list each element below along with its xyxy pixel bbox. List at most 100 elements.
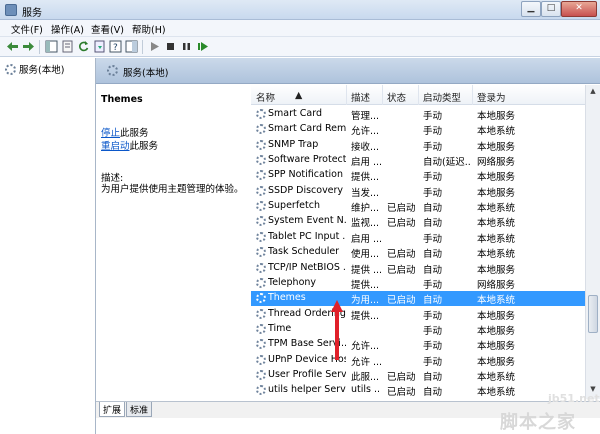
back-arrow-icon[interactable] <box>6 40 19 53</box>
service-row[interactable]: SNMP Trap 接收... 手动 本地服务 <box>251 138 585 153</box>
service-row[interactable]: System Event N... 监视... 已启动 自动 本地系统 <box>251 214 585 229</box>
services-pane: 服务(本地) Themes 停止此服务 重启动此服务 描述: 为用户提供使用主题… <box>96 58 600 434</box>
service-logon-cell: 本地服务 <box>477 141 516 153</box>
tab-standard[interactable]: 标准 <box>126 402 153 417</box>
restart-service-icon[interactable] <box>196 40 209 53</box>
menu-file[interactable]: 文件(F) <box>11 22 43 36</box>
pane-header-title: 服务(本地) <box>123 68 169 79</box>
service-logon-cell: 本地服务 <box>477 310 516 322</box>
column-header-logon-as[interactable]: 登录为 <box>477 90 506 104</box>
service-description-cell: 接收... <box>351 141 380 153</box>
service-status-cell: 已启动 <box>387 203 416 215</box>
service-row[interactable]: Software Protect... 启用 ... 自动(延迟... 网络服务 <box>251 153 585 168</box>
service-row[interactable]: Smart Card Rem... 允许... 手动 本地系统 <box>251 122 585 137</box>
start-service-icon[interactable] <box>148 40 161 53</box>
help-icon[interactable]: ? <box>109 40 122 53</box>
service-description-cell: 启用 ... <box>351 157 381 169</box>
service-startup-type-cell: 手动 <box>423 356 443 368</box>
service-startup-type-cell: 手动 <box>423 172 443 184</box>
service-row[interactable]: SSDP Discovery 当发... 手动 本地服务 <box>251 184 585 199</box>
tree-item-services-local[interactable]: 服务(本地) <box>5 62 64 76</box>
description-text: 为用户提供使用主题管理的体验。 <box>101 184 244 195</box>
minimize-button[interactable]: ▁ <box>521 1 541 17</box>
service-name-cell: SSDP Discovery <box>268 184 344 196</box>
console-tree-icon[interactable] <box>45 40 58 53</box>
scrollbar-thumb[interactable] <box>588 295 598 333</box>
service-gear-icon <box>256 262 266 273</box>
service-row[interactable]: Tablet PC Input ... 启用 ... 手动 本地系统 <box>251 230 585 245</box>
service-row[interactable]: User Profile Serv... 此服... 已启动自动 本地系统 <box>251 368 585 383</box>
close-button[interactable]: ✕ <box>561 1 597 17</box>
service-row[interactable]: Telephony 提供... 手动 网络服务 <box>251 276 585 291</box>
service-row[interactable]: Task Scheduler 使用... 已启动 自动 本地系统 <box>251 245 585 260</box>
service-description-cell: 允许 ... <box>351 356 381 368</box>
service-description-cell: 提供... <box>351 310 380 322</box>
forward-arrow-icon[interactable] <box>22 40 35 53</box>
vertical-scrollbar[interactable]: ▲ ▼ <box>585 85 600 399</box>
service-logon-cell: 本地系统 <box>477 233 516 245</box>
pause-service-icon[interactable] <box>180 40 193 53</box>
service-name-cell: utils helper Servi... <box>268 384 346 396</box>
service-row[interactable]: TCP/IP NetBIOS ... 提供 ... 已启动 自动 本地服务 <box>251 261 585 276</box>
console-tree: 服务(本地) <box>0 58 96 434</box>
service-row[interactable]: Smart Card 管理... 手动 本地服务 <box>251 107 585 122</box>
properties-icon[interactable] <box>61 40 74 53</box>
service-row[interactable]: TPM Base Servi... 允许... 手动 本地服务 <box>251 337 585 352</box>
service-name-cell: User Profile Serv... <box>268 368 346 380</box>
service-row[interactable]: Superfetch 维护... 已启动 自动 本地系统 <box>251 199 585 214</box>
service-startup-type-cell: 手动 <box>423 141 443 153</box>
restart-service-line: 重启动此服务 <box>101 138 158 152</box>
service-startup-type-cell: 自动 <box>423 218 443 230</box>
column-divider[interactable] <box>418 85 419 105</box>
refresh-icon[interactable] <box>77 40 90 53</box>
menu-action[interactable]: 操作(A) <box>51 22 84 36</box>
service-status-cell: 已启动 <box>387 249 416 261</box>
service-startup-type-cell: 手动 <box>423 187 443 199</box>
watermark-name: 脚本之家 <box>500 412 576 433</box>
service-row[interactable]: UPnP Device Host 允许 ... 手动 本地服务 <box>251 353 585 368</box>
service-row[interactable]: SPP Notification ... 提供... 手动 本地服务 <box>251 168 585 183</box>
service-name-cell: Software Protect... <box>268 154 346 166</box>
service-logon-cell: 本地系统 <box>477 249 516 261</box>
menu-help[interactable]: 帮助(H) <box>132 22 166 36</box>
service-gear-icon <box>256 201 266 212</box>
service-row[interactable]: utils helper Servi... utils ... 已启动自动 本地系统 <box>251 383 585 398</box>
service-startup-type-cell: 手动 <box>423 126 443 138</box>
tab-extended[interactable]: 扩展 <box>99 402 126 417</box>
service-startup-type-cell: 自动 <box>423 203 443 215</box>
service-status-cell: 已启动 <box>387 387 416 399</box>
column-divider[interactable] <box>472 85 473 105</box>
service-gear-icon <box>256 109 266 119</box>
service-logon-cell: 本地服务 <box>477 172 516 184</box>
column-divider[interactable] <box>346 85 347 105</box>
column-header-status[interactable]: 状态 <box>387 90 406 104</box>
show-hide-pane-icon[interactable] <box>125 40 138 53</box>
service-startup-type-cell: 自动 <box>423 249 443 261</box>
stop-service-icon[interactable] <box>164 40 177 53</box>
menu-view[interactable]: 查看(V) <box>91 22 124 36</box>
stop-service-line: 停止此服务 <box>101 125 149 139</box>
maximize-button[interactable]: □ <box>541 1 561 17</box>
service-gear-icon <box>256 354 266 365</box>
service-startup-type-cell: 自动 <box>423 387 443 399</box>
sort-ascending-icon: ▲ <box>295 90 303 101</box>
restart-service-link[interactable]: 重启动 <box>101 141 130 152</box>
column-header-name[interactable]: 名称 <box>256 90 275 104</box>
service-gear-icon <box>256 247 266 258</box>
service-gear-icon <box>256 139 266 150</box>
column-header-description[interactable]: 描述 <box>351 90 370 104</box>
export-list-icon[interactable] <box>93 40 106 53</box>
scroll-up-icon[interactable]: ▲ <box>588 87 598 97</box>
column-divider[interactable] <box>382 85 383 105</box>
column-header-startup-type[interactable]: 启动类型 <box>423 90 461 104</box>
service-gear-icon <box>256 124 266 135</box>
service-name-cell: Telephony <box>268 276 317 288</box>
service-gear-icon <box>256 277 266 288</box>
service-gear-icon <box>256 339 266 350</box>
service-row[interactable]: Themes 为用... 已启动 自动 本地系统 <box>251 291 585 307</box>
service-row[interactable]: Thread Ordering...提供...手动本地服务 <box>251 307 585 322</box>
service-row[interactable]: Time 手动 本地服务 <box>251 322 585 337</box>
service-logon-cell: 本地服务 <box>477 187 516 199</box>
service-description-cell: 使用... <box>351 249 380 261</box>
service-gear-icon <box>256 170 266 181</box>
